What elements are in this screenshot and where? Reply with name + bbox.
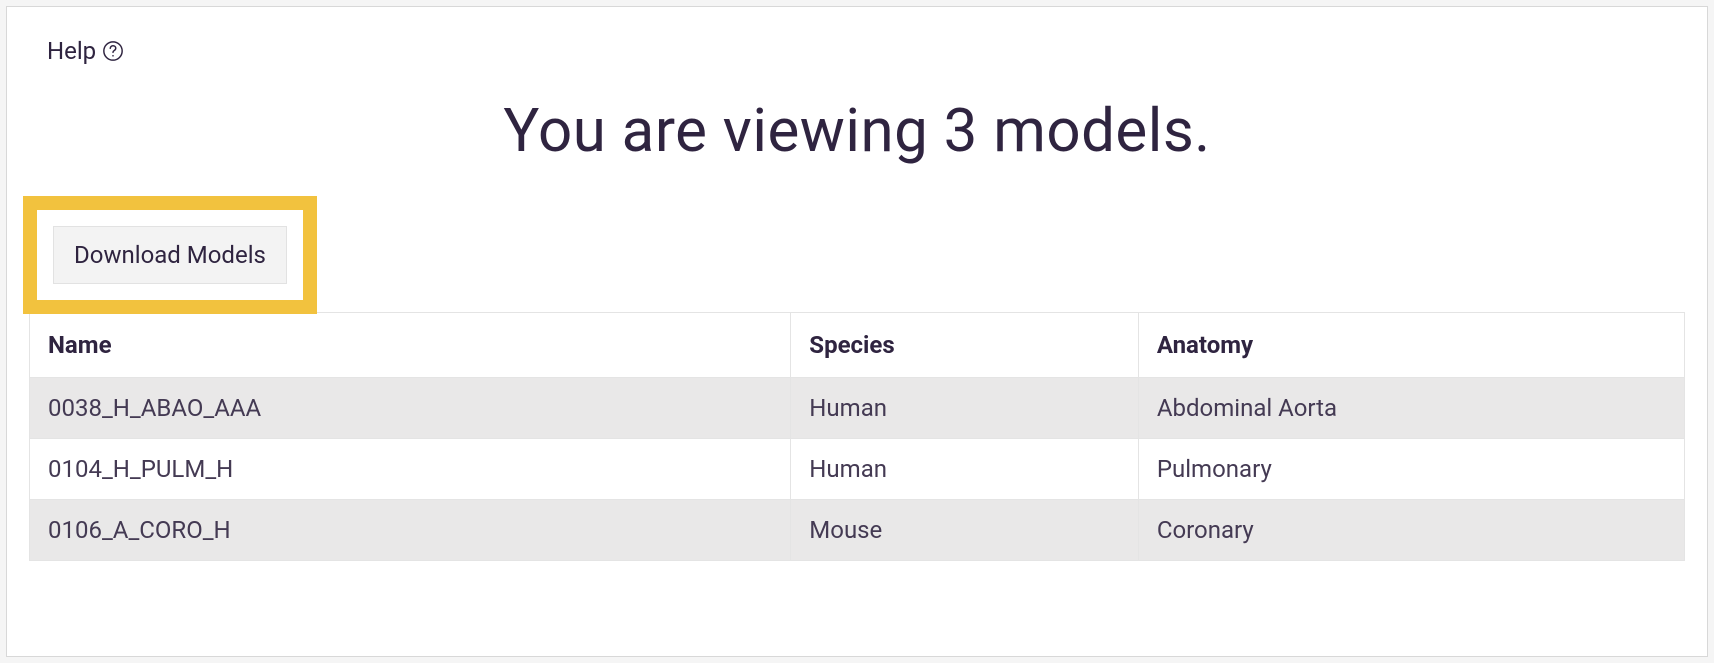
table-row[interactable]: 0038_H_ABAO_AAA Human Abdominal Aorta xyxy=(30,378,1685,439)
table-header-row: Name Species Anatomy xyxy=(30,313,1685,378)
cell-anatomy: Abdominal Aorta xyxy=(1138,378,1684,439)
help-label: Help xyxy=(47,37,96,65)
cell-name: 0104_H_PULM_H xyxy=(30,439,791,500)
download-models-button[interactable]: Download Models xyxy=(53,226,287,284)
cell-species: Human xyxy=(791,439,1139,500)
cell-species: Human xyxy=(791,378,1139,439)
col-header-species[interactable]: Species xyxy=(791,313,1139,378)
table-row[interactable]: 0106_A_CORO_H Mouse Coronary xyxy=(30,500,1685,561)
download-highlight: Download Models xyxy=(23,196,317,314)
cell-anatomy: Pulmonary xyxy=(1138,439,1684,500)
page-title: You are viewing 3 models. xyxy=(29,95,1685,166)
table-row[interactable]: 0104_H_PULM_H Human Pulmonary xyxy=(30,439,1685,500)
models-table: Name Species Anatomy 0038_H_ABAO_AAA Hum… xyxy=(29,312,1685,561)
col-header-name[interactable]: Name xyxy=(30,313,791,378)
col-header-anatomy[interactable]: Anatomy xyxy=(1138,313,1684,378)
cell-name: 0106_A_CORO_H xyxy=(30,500,791,561)
cell-species: Mouse xyxy=(791,500,1139,561)
cell-anatomy: Coronary xyxy=(1138,500,1684,561)
help-icon xyxy=(102,40,124,62)
cell-name: 0038_H_ABAO_AAA xyxy=(30,378,791,439)
models-panel: Help You are viewing 3 models. Download … xyxy=(6,6,1708,657)
help-link[interactable]: Help xyxy=(47,37,1685,65)
